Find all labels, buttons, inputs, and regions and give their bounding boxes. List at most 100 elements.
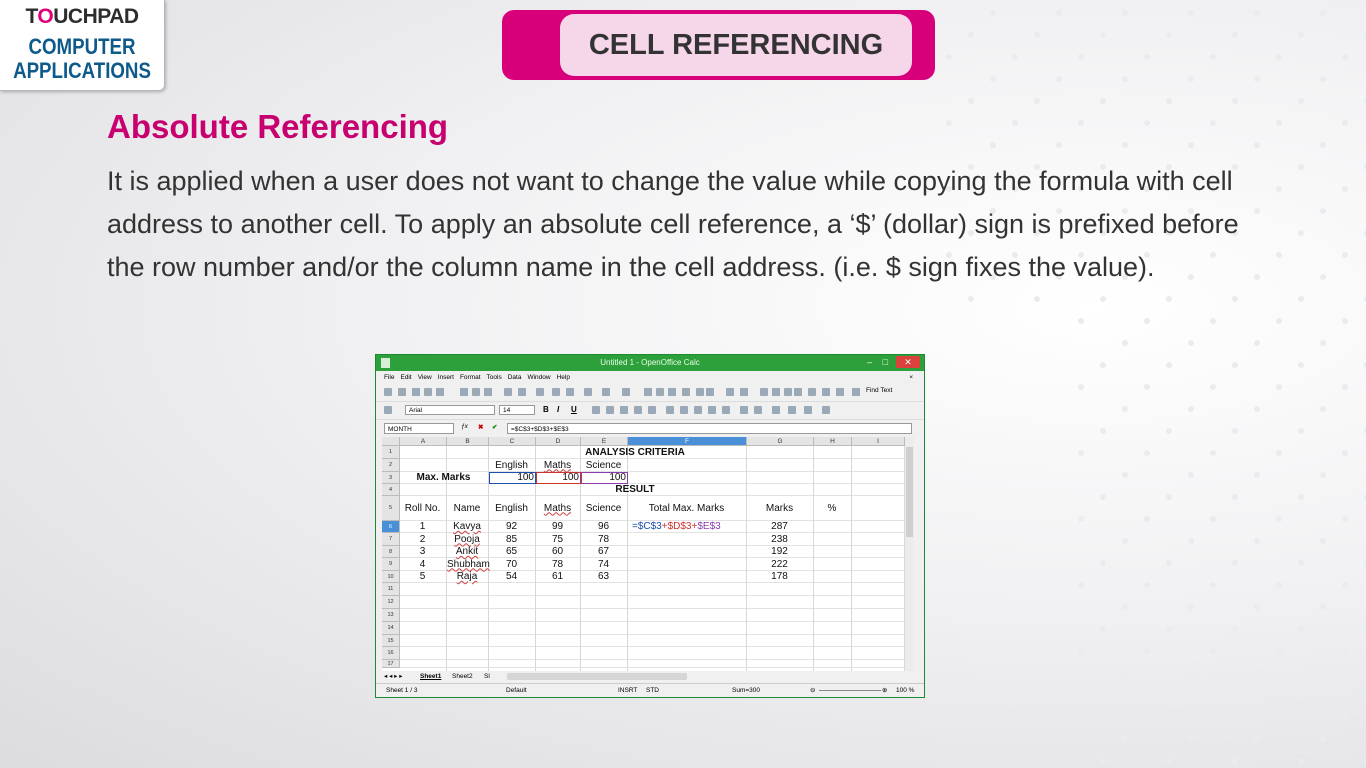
cell-maths[interactable]: 60 (536, 546, 579, 558)
toolbar-icon[interactable] (772, 388, 780, 396)
cell-maths[interactable]: 75 (536, 534, 579, 546)
menu-item[interactable]: View (418, 374, 432, 381)
tab-sheet2[interactable]: Sheet2 (452, 671, 473, 682)
status-selection-mode[interactable]: STD (646, 684, 659, 698)
cell-header-science[interactable]: Science (581, 503, 626, 515)
column-header[interactable]: A (400, 437, 447, 446)
row-header[interactable]: 11 (382, 583, 400, 596)
name-box[interactable]: MONTH (384, 423, 454, 434)
cell-roll[interactable]: 3 (400, 546, 445, 558)
column-header[interactable]: D (536, 437, 581, 446)
row-header[interactable]: 3 (382, 472, 400, 484)
cell-name[interactable]: Shubham (447, 559, 490, 571)
cell-english[interactable]: 92 (489, 521, 534, 533)
toolbar-icon[interactable] (622, 388, 630, 396)
cancel-icon[interactable]: ✖ (478, 423, 483, 431)
grid-corner[interactable] (382, 437, 400, 446)
formula-input[interactable]: =$C$3+$D$3+$E$3 (507, 423, 912, 434)
cell-name[interactable]: Pooja (447, 534, 487, 546)
cell-header-percent[interactable]: % (814, 503, 850, 515)
toolbar-icon[interactable] (696, 388, 704, 396)
row-header[interactable]: 6 (382, 521, 400, 533)
maximize-icon[interactable]: □ (883, 355, 888, 369)
menu-item[interactable]: Format (460, 374, 481, 381)
row-header[interactable]: 2 (382, 459, 400, 472)
vertical-scrollbar[interactable] (905, 437, 914, 671)
menu-item[interactable]: Data (508, 374, 522, 381)
cell-english-label[interactable]: English (489, 460, 534, 472)
cell-name[interactable]: Raja (447, 571, 487, 583)
cell-header-roll[interactable]: Roll No. (400, 503, 445, 515)
styles-icon[interactable] (384, 406, 392, 414)
format-icon[interactable] (772, 406, 780, 414)
format-icon[interactable] (804, 406, 812, 414)
column-header[interactable]: G (747, 437, 814, 446)
cell-header-name[interactable]: Name (447, 503, 487, 515)
row-header[interactable]: 1 (382, 446, 400, 459)
row-header[interactable]: 5 (382, 496, 400, 521)
minimize-icon[interactable]: – (867, 355, 872, 369)
toolbar-icon[interactable] (384, 388, 392, 396)
cell-science[interactable]: 78 (581, 534, 626, 546)
cell-roll[interactable]: 4 (400, 559, 445, 571)
find-text-field[interactable]: Find Text (866, 387, 892, 394)
row-header[interactable]: 8 (382, 546, 400, 558)
toolbar-icon[interactable] (472, 388, 480, 396)
cell-marks[interactable]: 287 (747, 521, 812, 533)
format-icon[interactable] (666, 406, 674, 414)
cell-maths[interactable]: 99 (536, 521, 579, 533)
cell-header-total[interactable]: Total Max. Marks (628, 503, 745, 515)
format-icon[interactable] (822, 406, 830, 414)
toolbar-icon[interactable] (504, 388, 512, 396)
format-icon[interactable] (648, 406, 656, 414)
zoom-slider[interactable] (819, 690, 881, 691)
row-header[interactable]: 12 (382, 596, 400, 609)
toolbar-icon[interactable] (460, 388, 468, 396)
cell-name[interactable]: Kavya (447, 521, 487, 533)
toolbar-icon[interactable] (536, 388, 544, 396)
cell-english[interactable]: 54 (489, 571, 534, 583)
toolbar-icon[interactable] (808, 388, 816, 396)
cell-marks[interactable]: 238 (747, 534, 812, 546)
cell-header-maths[interactable]: Maths (536, 503, 579, 515)
format-icon[interactable] (788, 406, 796, 414)
column-header[interactable]: H (814, 437, 852, 446)
format-icon[interactable] (754, 406, 762, 414)
column-header[interactable]: F (628, 437, 747, 446)
bold-button[interactable]: B (543, 405, 549, 414)
row-header[interactable]: 14 (382, 622, 400, 635)
toolbar-icon[interactable] (518, 388, 526, 396)
cell-header-marks[interactable]: Marks (747, 503, 812, 515)
toolbar-icon[interactable] (412, 388, 420, 396)
toolbar-icon[interactable] (424, 388, 432, 396)
cell-marks[interactable]: 222 (747, 559, 812, 571)
format-icon[interactable] (740, 406, 748, 414)
cell-header-english[interactable]: English (489, 503, 534, 515)
sheet-nav-arrows[interactable]: ◂ ◂ ▸ ▸ (384, 671, 402, 682)
format-icon[interactable] (634, 406, 642, 414)
row-header[interactable]: 15 (382, 635, 400, 647)
tab-sheet1[interactable]: Sheet1 (420, 671, 441, 682)
cell-english[interactable]: 70 (489, 559, 534, 571)
tab-sheet3[interactable]: Sl (484, 671, 490, 682)
row-header[interactable]: 17 (382, 660, 400, 668)
toolbar-icon[interactable] (668, 388, 676, 396)
cell-maths-label[interactable]: Maths (536, 460, 579, 472)
menu-item[interactable]: Insert (438, 374, 454, 381)
column-header[interactable]: E (581, 437, 628, 446)
toolbar-icon[interactable] (852, 388, 860, 396)
row-header[interactable]: 7 (382, 533, 400, 546)
column-header[interactable]: I (852, 437, 905, 446)
toolbar-icon[interactable] (726, 388, 734, 396)
toolbar-icon[interactable] (436, 388, 444, 396)
function-wizard-icon[interactable]: ƒx (461, 423, 468, 430)
toolbar-icon[interactable] (566, 388, 574, 396)
format-icon[interactable] (722, 406, 730, 414)
font-name-select[interactable]: Arial (405, 405, 495, 415)
toolbar-icon[interactable] (644, 388, 652, 396)
underline-button[interactable]: U (571, 405, 577, 414)
toolbar-icon[interactable] (656, 388, 664, 396)
close-document-icon[interactable]: × (909, 371, 913, 384)
cell-result[interactable]: RESULT (400, 484, 870, 496)
zoom-out-icon[interactable]: ⊖ (810, 684, 815, 698)
